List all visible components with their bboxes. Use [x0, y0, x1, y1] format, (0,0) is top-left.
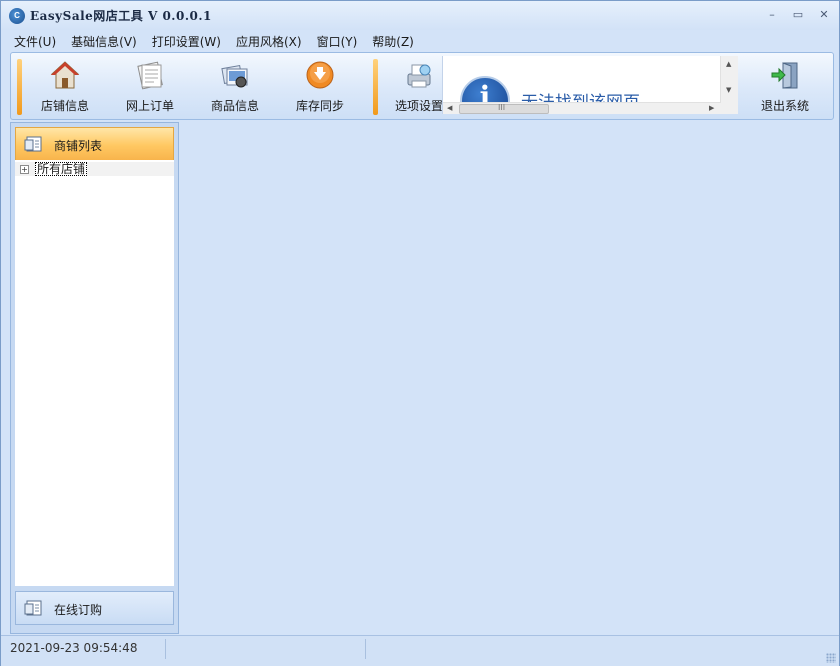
embedded-web-panel[interactable]: 无法找到该网页 ▲ ▼ ◀ III ▶: [442, 56, 738, 114]
status-datetime: 2021-09-23 09:54:48: [10, 641, 138, 655]
menu-bar: 文件(U) 基础信息(V) 打印设置(W) 应用风格(X) 窗口(Y) 帮助(Z…: [1, 31, 839, 51]
shop-list-title: 商铺列表: [54, 139, 103, 153]
status-bar: 2021-09-23 09:54:48: [1, 635, 839, 666]
menu-file[interactable]: 文件(U): [7, 33, 63, 50]
shop-tree[interactable]: + 所有店铺: [15, 160, 174, 586]
resize-grip-icon[interactable]: [826, 653, 836, 663]
online-purchase-icon: [24, 600, 42, 616]
shop-list-header[interactable]: 商铺列表: [15, 127, 174, 161]
product-info-label: 商品信息: [210, 99, 259, 113]
toolbar-grip-2[interactable]: [373, 59, 378, 115]
vertical-scrollbar[interactable]: ▲ ▼: [720, 56, 738, 114]
main-window: C EasySale网店工具 V 0.0.0.1 – ▭ ✕ 文件(U) 基础信…: [0, 0, 840, 666]
sync-download-icon: [306, 61, 334, 89]
online-orders-label: 网上订单: [125, 99, 174, 113]
title-bar[interactable]: C EasySale网店工具 V 0.0.0.1 – ▭ ✕: [1, 1, 839, 30]
exit-door-icon: [771, 62, 798, 89]
inventory-sync-label: 库存同步: [295, 99, 344, 113]
tree-expand-icon[interactable]: +: [20, 165, 29, 174]
shop-info-label: 店铺信息: [40, 99, 89, 113]
product-info-button[interactable]: 商品信息: [197, 55, 273, 115]
tree-node-label[interactable]: 所有店铺: [35, 162, 88, 176]
tree-node-all-shops[interactable]: + 所有店铺: [15, 162, 174, 176]
product-gallery-icon: [221, 64, 248, 88]
settings-printer-icon: [407, 64, 431, 88]
minimize-button[interactable]: –: [763, 7, 781, 23]
order-document-icon: [137, 61, 163, 90]
shop-list-icon: [24, 136, 42, 152]
online-purchase-button[interactable]: 在线订购: [15, 591, 174, 625]
toolbar-grip[interactable]: [17, 59, 22, 115]
online-purchase-label: 在线订购: [54, 603, 103, 617]
shop-info-button[interactable]: 店铺信息: [27, 55, 103, 115]
main-workspace[interactable]: [180, 122, 832, 632]
scroll-left-icon[interactable]: ◀: [447, 104, 452, 112]
menu-app-style[interactable]: 应用风格(X): [229, 33, 309, 50]
exit-system-button[interactable]: 退出系统: [747, 55, 823, 115]
menu-window[interactable]: 窗口(Y): [310, 33, 365, 50]
status-section-datetime: 2021-09-23 09:54:48: [7, 639, 166, 659]
scroll-thumb-grip: III: [498, 103, 506, 112]
close-button[interactable]: ✕: [815, 7, 833, 23]
online-orders-button[interactable]: 网上订单: [112, 55, 188, 115]
maximize-button[interactable]: ▭: [789, 7, 807, 23]
easysale-logo-icon: C: [9, 8, 25, 24]
menu-basic-info[interactable]: 基础信息(V): [64, 33, 144, 50]
horizontal-scroll-thumb[interactable]: III: [459, 103, 549, 114]
exit-system-label: 退出系统: [760, 99, 809, 113]
menu-print-settings[interactable]: 打印设置(W): [145, 33, 228, 50]
menu-help[interactable]: 帮助(Z): [365, 33, 421, 50]
main-toolbar: 店铺信息 网上订单 商品信息 库存同步 选项设置 i ▲ ▼ ◀ III ▶ 退…: [10, 52, 834, 120]
horizontal-scrollbar[interactable]: ◀ III ▶: [443, 102, 721, 114]
status-section-2: [167, 639, 366, 659]
scroll-right-icon[interactable]: ▶: [709, 104, 714, 112]
shop-house-icon: [50, 61, 80, 89]
shop-list-panel: 商铺列表 + 所有店铺 在线订购: [10, 122, 179, 634]
inventory-sync-button[interactable]: 库存同步: [282, 55, 358, 115]
scroll-down-icon[interactable]: ▼: [726, 86, 731, 94]
window-title: EasySale网店工具 V 0.0.0.1: [30, 9, 212, 23]
scroll-up-icon[interactable]: ▲: [726, 60, 731, 68]
